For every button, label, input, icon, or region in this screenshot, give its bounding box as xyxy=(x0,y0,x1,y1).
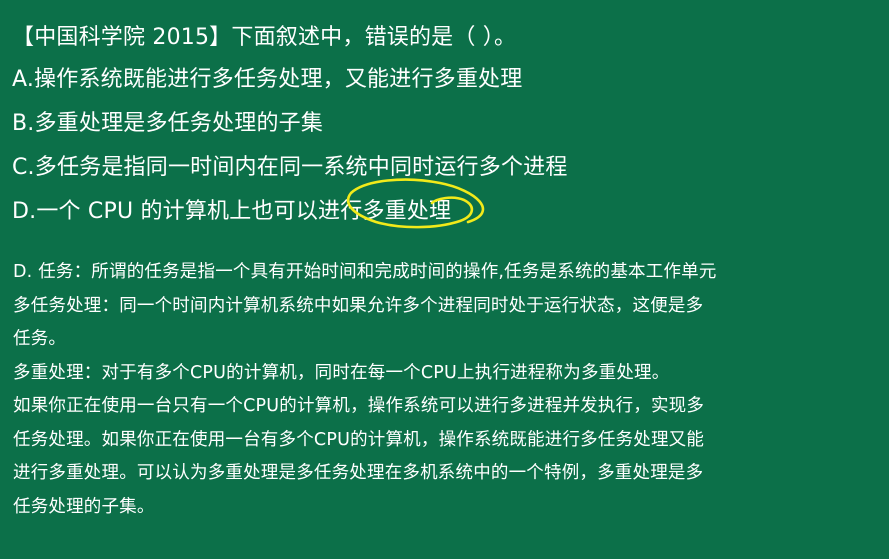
explanation-line: 任务。 xyxy=(13,329,67,349)
explanation-line: 任务处理的子集。 xyxy=(13,496,155,517)
option-a: A.操作系统既能进行多任务处理，又能进行多重处理 xyxy=(12,67,523,92)
question-title: 【中国科学院 2015】下面叙述中，错误的是（ ）。 xyxy=(12,25,517,50)
question-block: 【中国科学院 2015】下面叙述中，错误的是（ ）。 A.操作系统既能进行多任务… xyxy=(12,18,882,234)
explanation-line: 多任务处理：同一个时间内计算机系统中如果允许多个进程同时处于运行状态，这便是多 xyxy=(13,295,704,316)
explanation-line: D. 任务：所谓的任务是指一个具有开始时间和完成时间的操作,任务是系统的基本工作… xyxy=(13,262,717,282)
option-b: B.多重处理是多任务处理的子集 xyxy=(12,111,324,136)
slide: 【中国科学院 2015】下面叙述中，错误的是（ ）。 A.操作系统既能进行多任务… xyxy=(0,0,889,559)
explanation-line: 任务处理。如果你正在使用一台有多个CPU的计算机，操作系统既能进行多任务处理又能 xyxy=(13,429,705,450)
explanation-line: 进行多重处理。可以认为多重处理是多任务处理在多机系统中的一个特例，多重处理是多 xyxy=(13,463,704,483)
explanation-line: 多重处理：对于有多个CPU的计算机，同时在每一个CPU上执行进程称为多重处理。 xyxy=(13,362,670,383)
option-d: D.一个 CPU 的计算机上也可以进行多重处理 xyxy=(12,199,452,224)
explanation-block: D. 任务：所谓的任务是指一个具有开始时间和完成时间的操作,任务是系统的基本工作… xyxy=(13,256,879,524)
explanation-line: 如果你正在使用一台只有一个CPU的计算机，操作系统可以进行多进程并发执行，实现多 xyxy=(13,396,705,416)
option-c: C.多任务是指同一时间内在同一系统中同时运行多个进程 xyxy=(12,155,568,180)
